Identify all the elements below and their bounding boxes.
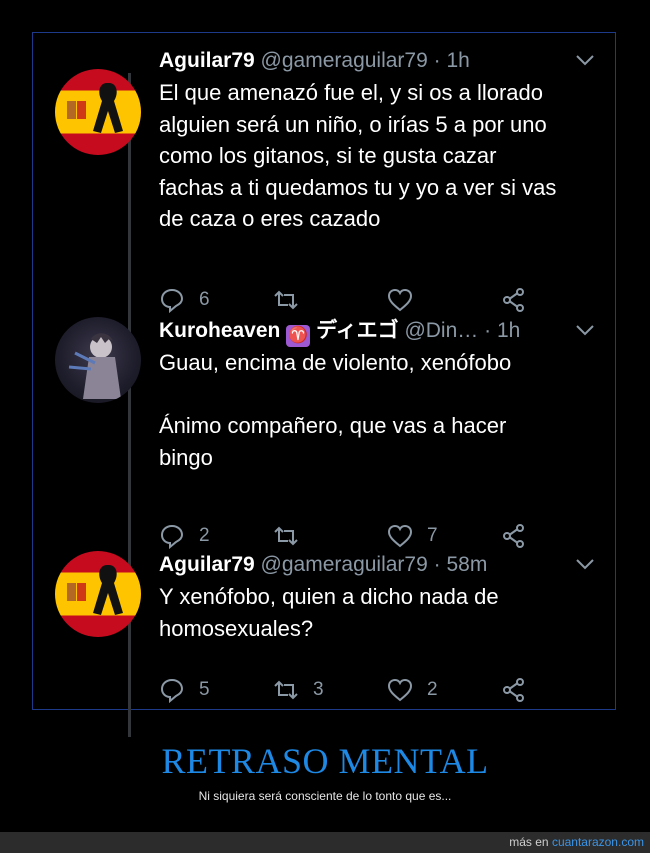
aries-icon: ♈ (286, 325, 311, 347)
tweet-header: Aguilar79 @gameraguilar79 · 58m (159, 551, 487, 579)
tweet-header: Kuroheaven ♈ ディエゴ @Din… · 1h (159, 317, 520, 347)
tweet-time[interactable]: 1h (497, 319, 520, 342)
footer-bar: más en cuantarazon.com (0, 832, 650, 853)
avatar-anime-character[interactable] (55, 317, 141, 403)
retweet-count: 3 (313, 679, 324, 700)
retweet-icon (274, 526, 298, 546)
retweet-button[interactable]: 3 (273, 673, 324, 707)
tweet-header: Aguilar79 @gameraguilar79 · 1h (159, 47, 470, 75)
share-button[interactable] (501, 673, 527, 707)
retweet-button[interactable] (273, 283, 313, 317)
reply-icon (160, 524, 184, 549)
footer-prefix: más en (509, 835, 549, 849)
reply-button[interactable]: 5 (159, 673, 210, 707)
thread-connector-line (128, 73, 131, 737)
heart-icon (387, 288, 413, 312)
avatar-spain-flag[interactable] (55, 69, 141, 155)
retweet-icon (274, 680, 298, 700)
caption-title: RETRASO MENTAL (161, 741, 489, 781)
reply-icon (160, 678, 184, 703)
reply-icon (160, 288, 184, 313)
user-handle[interactable]: @gameraguilar79 (261, 49, 428, 72)
chevron-down-icon[interactable] (575, 557, 595, 571)
like-count: 7 (427, 525, 438, 546)
heart-icon (387, 524, 413, 548)
share-icon (503, 524, 524, 548)
anime-character-icon (68, 333, 121, 399)
tweet-time[interactable]: 1h (446, 49, 469, 72)
reply-count: 5 (199, 679, 210, 700)
tweet-thread-card: Aguilar79 @gameraguilar79 · 1h El que am… (32, 32, 616, 737)
reply-count: 6 (199, 289, 210, 310)
separator-dot: · (484, 319, 492, 342)
reply-button[interactable]: 2 (159, 519, 210, 553)
share-icon (503, 678, 524, 702)
display-name[interactable]: Kuroheaven (159, 319, 280, 342)
separator-dot: · (433, 553, 441, 576)
share-button[interactable] (501, 283, 527, 317)
tweet-actions: 5 3 2 (159, 673, 579, 707)
separator-dot: · (433, 49, 441, 72)
like-button[interactable]: 7 (387, 519, 438, 553)
like-button[interactable] (387, 283, 427, 317)
retweet-button[interactable] (273, 519, 313, 553)
tweet-text: Y xenófobo, quien a dicho nada de homose… (159, 584, 499, 641)
tweet-text: El que amenazó fue el, y si os a llorado… (159, 80, 557, 231)
display-name[interactable]: Aguilar79 (159, 49, 255, 72)
mourning-ribbon-icon (67, 83, 123, 133)
heart-icon (387, 678, 413, 702)
tweet-actions: 6 (159, 283, 579, 317)
share-icon (503, 288, 524, 312)
reply-count: 2 (199, 525, 210, 546)
tweet-actions: 2 7 (159, 519, 579, 553)
retweet-icon (274, 290, 298, 310)
caption-subtitle: Ni siquiera será consciente de lo tonto … (198, 789, 452, 803)
tweet-time[interactable]: 58m (446, 553, 487, 576)
mourning-ribbon-icon (67, 565, 123, 615)
user-handle[interactable]: @Din… (404, 319, 478, 342)
chevron-down-icon[interactable] (575, 53, 595, 67)
tweet-text: Guau, encima de violento, xenófobo Ánimo… (159, 350, 512, 470)
avatar-spain-flag[interactable] (55, 551, 141, 637)
display-name[interactable]: Aguilar79 (159, 553, 255, 576)
chevron-down-icon[interactable] (575, 323, 595, 337)
user-handle[interactable]: @gameraguilar79 (261, 553, 428, 576)
footer-text: más en cuantarazon.com (509, 835, 644, 849)
site-link[interactable]: cuantarazon.com (552, 835, 644, 849)
share-button[interactable] (501, 519, 527, 553)
like-button[interactable]: 2 (387, 673, 438, 707)
reply-button[interactable]: 6 (159, 283, 210, 317)
display-name-suffix[interactable]: ディエゴ (316, 319, 399, 342)
like-count: 2 (427, 679, 438, 700)
